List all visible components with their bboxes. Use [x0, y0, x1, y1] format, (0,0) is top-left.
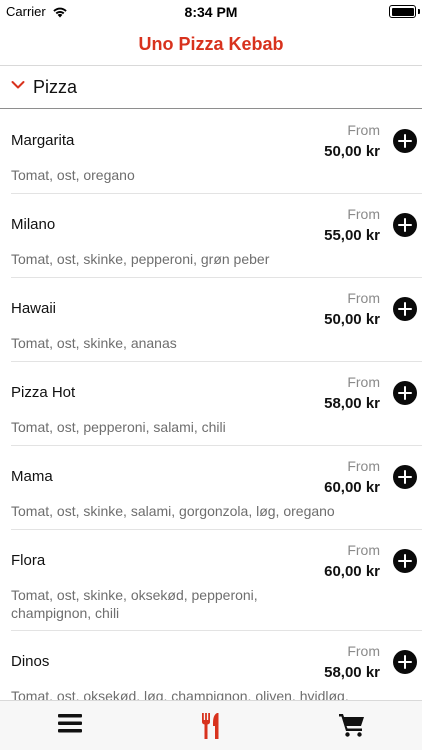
item-name: Dinos: [11, 653, 50, 670]
cart-icon: [339, 714, 364, 737]
item-price: 50,00 kr: [324, 311, 380, 328]
item-name: Hawaii: [11, 300, 57, 317]
price-from-label: From: [347, 542, 380, 558]
add-to-cart-button[interactable]: [393, 213, 417, 237]
fork-knife-icon: [202, 713, 219, 739]
price-from-label: From: [347, 374, 380, 390]
restaurant-title: Uno Pizza Kebab: [138, 34, 284, 54]
add-to-cart-button[interactable]: [393, 129, 417, 153]
item-name: Flora: [11, 552, 46, 569]
section-title: Pizza: [33, 77, 78, 97]
add-to-cart-button[interactable]: [393, 297, 417, 321]
item-description: Tomat, ost, oregano: [11, 167, 135, 183]
item-price: 50,00 kr: [324, 143, 380, 160]
add-to-cart-button[interactable]: [393, 650, 417, 674]
item-description: Tomat, ost, skinke, pepperoni, grøn pebe…: [11, 251, 270, 267]
menu-item[interactable]: Milano Tomat, ost, skinke, pepperoni, gr…: [11, 194, 422, 278]
price-from-label: From: [347, 290, 380, 306]
status-time: 8:34 PM: [184, 4, 238, 20]
menu-item[interactable]: Hawaii Tomat, ost, skinke, ananas From 5…: [11, 278, 422, 362]
tab-bar: [0, 700, 422, 750]
battery-tip: [418, 9, 420, 14]
menu-item[interactable]: Dinos Tomat, ost, oksekød, løg, champign…: [11, 631, 422, 700]
chevron-down-icon: [11, 81, 25, 89]
menu-list[interactable]: Margarita Tomat, ost, oregano From 50,00…: [0, 110, 422, 700]
item-description: Tomat, ost, pepperoni, salami, chili: [11, 419, 226, 435]
menu-item[interactable]: Pizza Hot Tomat, ost, pepperoni, salami,…: [11, 362, 422, 446]
tab-menu[interactable]: [0, 701, 140, 750]
battery-icon: [389, 5, 416, 18]
section-header-pizza[interactable]: Pizza: [0, 66, 422, 109]
price-from-label: From: [347, 122, 380, 138]
item-price: 55,00 kr: [324, 227, 380, 244]
price-from-label: From: [347, 206, 380, 222]
menu-icon: [58, 714, 82, 733]
add-to-cart-button[interactable]: [393, 381, 417, 405]
price-from-label: From: [347, 643, 380, 659]
item-price: 58,00 kr: [324, 664, 380, 681]
menu-item[interactable]: Flora Tomat, ost, skinke, oksekød, peppe…: [11, 530, 422, 631]
price-from-label: From: [347, 458, 380, 474]
item-name: Milano: [11, 216, 56, 233]
item-name: Pizza Hot: [11, 384, 76, 401]
navigation-bar: Uno Pizza Kebab: [0, 24, 422, 66]
menu-item[interactable]: Mama Tomat, ost, skinke, salami, gorgonz…: [11, 446, 422, 530]
add-to-cart-button[interactable]: [393, 465, 417, 489]
item-price: 60,00 kr: [324, 563, 380, 580]
item-description: Tomat, ost, skinke, ananas: [11, 335, 177, 351]
item-description: Tomat, ost, skinke, oksekød, pepperoni, …: [11, 587, 258, 621]
add-to-cart-button[interactable]: [393, 549, 417, 573]
item-price: 60,00 kr: [324, 479, 380, 496]
status-bar: Carrier 8:34 PM: [0, 0, 422, 24]
item-name: Margarita: [11, 132, 75, 149]
tab-restaurant[interactable]: [141, 701, 281, 750]
menu-item[interactable]: Margarita Tomat, ost, oregano From 50,00…: [11, 110, 422, 194]
item-name: Mama: [11, 468, 53, 485]
item-description: Tomat, ost, skinke, salami, gorgonzola, …: [11, 503, 335, 519]
item-price: 58,00 kr: [324, 395, 380, 412]
tab-cart[interactable]: [282, 701, 422, 750]
item-description: Tomat, ost, oksekød, løg, champignon, ol…: [11, 688, 349, 700]
